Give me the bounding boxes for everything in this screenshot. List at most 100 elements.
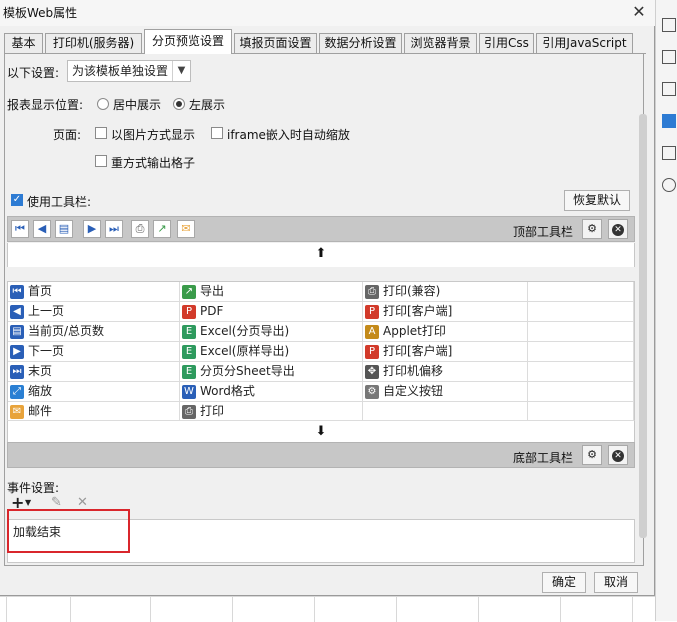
toolbar-item-label: 打印(兼容)	[383, 284, 441, 298]
tab-browser-background[interactable]: 浏览器背景	[404, 33, 477, 54]
tab-css[interactable]: 引用Css	[479, 33, 534, 54]
tab-fill-page[interactable]: 填报页面设置	[234, 33, 317, 54]
next-page-icon[interactable]: ▶	[83, 220, 101, 238]
toolbar-item[interactable]: ↗ 导出	[180, 282, 363, 302]
toolbar-item-label: Word格式	[200, 384, 255, 398]
use-toolbar-checkbox[interactable]: ✓	[11, 194, 23, 206]
toolbar-item[interactable]: A Applet打印	[363, 322, 528, 342]
grid-cell	[528, 302, 634, 322]
printer-icon: ⎙	[365, 285, 379, 299]
toolbar-item-label: 下一页	[28, 344, 65, 358]
first-page-icon: ⏮	[10, 285, 24, 299]
printer-icon[interactable]: ⎙	[131, 220, 149, 238]
tab-printer-server[interactable]: 打印机(服务器)	[45, 33, 142, 54]
toolbar-item-label: 打印机偏移	[383, 364, 444, 378]
ok-button[interactable]: 确定	[542, 572, 586, 593]
top-toolbar-settings-button[interactable]: ⚙	[582, 219, 602, 239]
toolbar-item[interactable]: E Excel(分页导出)	[180, 322, 363, 342]
word-icon: W	[182, 385, 196, 399]
excel-icon: E	[182, 345, 196, 359]
toolbar-item-label: 当前页/总页数	[28, 324, 105, 338]
output-cells-checkbox[interactable]	[95, 155, 107, 167]
iframe-zoom-checkbox[interactable]	[211, 127, 223, 139]
toolbar-item-label: 上一页	[28, 304, 65, 318]
toolbar-item-label: 首页	[28, 284, 53, 298]
remove-event-icon[interactable]: ✕	[77, 495, 88, 510]
toolbar-item[interactable]: E Excel(原样导出)	[180, 342, 363, 362]
toolbar-item-label: Applet打印	[383, 324, 446, 338]
toolbar-item[interactable]: P PDF	[180, 302, 363, 322]
scope-label: 以下设置:	[7, 66, 60, 80]
toolbar-item[interactable]: ⏭ 末页	[8, 362, 180, 382]
delete-icon: ✕	[612, 224, 624, 236]
printer-icon: ⎙	[182, 405, 196, 419]
toolbar-item[interactable]: ✉ 邮件	[8, 402, 180, 422]
toolbar-item[interactable]: W Word格式	[180, 382, 363, 402]
top-toolbar-title: 顶部工具栏	[513, 225, 574, 239]
radio-center[interactable]	[97, 98, 109, 110]
tab-javascript[interactable]: 引用JavaScript	[536, 33, 633, 54]
vertical-scrollbar[interactable]	[639, 114, 647, 538]
tab-data-analysis[interactable]: 数据分析设置	[319, 33, 402, 54]
toolbar-item[interactable]: ✥ 打印机偏移	[363, 362, 528, 382]
dialog-title: 模板Web属性	[3, 6, 78, 20]
square-icon	[662, 82, 676, 96]
prev-page-icon: ◀	[10, 305, 24, 319]
template-web-properties-dialog: 模板Web属性 ✕ 基本 打印机(服务器) 分页预览设置 填报页面设置 数据分析…	[0, 0, 655, 596]
grid-cell	[528, 382, 634, 402]
top-toolbar-delete-button[interactable]: ✕	[608, 219, 628, 239]
tab-basic[interactable]: 基本	[4, 33, 43, 54]
edit-event-icon[interactable]: ✎	[51, 495, 62, 510]
close-icon[interactable]: ✕	[630, 3, 648, 21]
radio-left[interactable]	[173, 98, 185, 110]
toolbar-item-label: 邮件	[28, 404, 53, 418]
bottom-toolbar-settings-button[interactable]: ⚙	[582, 445, 602, 465]
first-page-icon[interactable]: ⏮	[11, 220, 29, 238]
output-cells-label: 重方式输出格子	[111, 156, 196, 170]
toolbar-item-label: 分页分Sheet导出	[200, 364, 295, 378]
toolbar-item[interactable]: ▤ 当前页/总页数	[8, 322, 180, 342]
gear-icon: ⚙	[365, 385, 379, 399]
bottom-toolbar-delete-button[interactable]: ✕	[608, 445, 628, 465]
gear-icon: ⚙	[587, 448, 597, 461]
toolbar-item-label: Excel(分页导出)	[200, 324, 290, 338]
next-page-icon: ▶	[10, 345, 24, 359]
applet-print-icon: A	[365, 325, 379, 339]
toolbar-item[interactable]: ⚙ 自定义按钮	[363, 382, 528, 402]
toolbar-item[interactable]: ⏮ 首页	[8, 282, 180, 302]
move-up-row[interactable]: ⬆	[7, 243, 635, 267]
mail-icon[interactable]: ✉	[177, 220, 195, 238]
link-icon	[662, 178, 676, 192]
cancel-button[interactable]: 取消	[594, 572, 638, 593]
tab-page-preview[interactable]: 分页预览设置	[144, 29, 232, 54]
prev-page-icon[interactable]: ◀	[33, 220, 51, 238]
toolbar-item[interactable]: P 打印[客户端]	[363, 302, 528, 322]
scope-select[interactable]: 为该模板单独设置 ▼	[67, 60, 191, 82]
toolbar-item[interactable]: ▶ 下一页	[8, 342, 180, 362]
toolbar-item[interactable]: P 打印[客户端]	[363, 342, 528, 362]
move-down-row[interactable]: ⬇	[7, 420, 635, 444]
toolbar-item[interactable]: ⎙ 打印	[180, 402, 363, 422]
position-label: 报表显示位置:	[7, 98, 84, 112]
page-count-icon[interactable]: ▤	[55, 220, 73, 238]
grid-cell	[528, 342, 634, 362]
delete-icon: ✕	[612, 450, 624, 462]
restore-default-button[interactable]: 恢复默认	[564, 190, 630, 211]
export-icon[interactable]: ↗	[153, 220, 171, 238]
image-mode-checkbox[interactable]	[95, 127, 107, 139]
arrow-up-icon: ⬆	[315, 246, 327, 261]
last-page-icon[interactable]: ⏭	[105, 220, 123, 238]
export-icon: ↗	[182, 285, 196, 299]
toolbar-item[interactable]: E 分页分Sheet导出	[180, 362, 363, 382]
use-toolbar-label: 使用工具栏:	[27, 195, 92, 209]
toolbar-item[interactable]: ◀ 上一页	[8, 302, 180, 322]
toolbar-item[interactable]: ⎙ 打印(兼容)	[363, 282, 528, 302]
layers-icon	[662, 146, 676, 160]
toolbar-item[interactable]: ⤢ 缩放	[8, 382, 180, 402]
dropdown-icon	[662, 114, 676, 128]
page-label: 页面:	[53, 128, 82, 142]
toolbar-item-label: 打印[客户端]	[383, 304, 453, 318]
dialog-titlebar: 模板Web属性 ✕	[0, 0, 655, 26]
scope-select-value: 为该模板单独设置	[72, 64, 169, 78]
chevron-down-icon[interactable]: ▼	[25, 498, 31, 507]
